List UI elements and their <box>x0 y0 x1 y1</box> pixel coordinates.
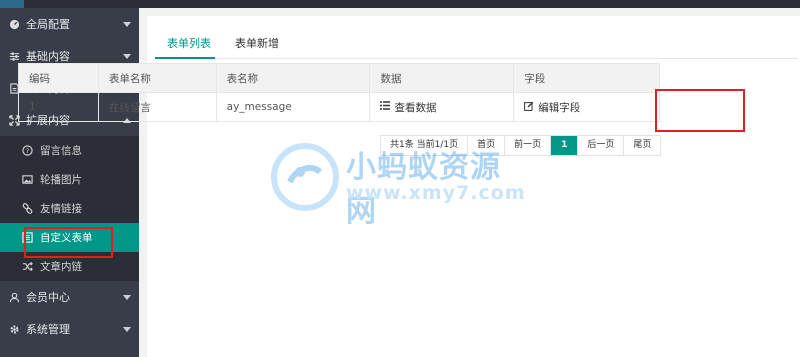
svg-text:?: ? <box>26 147 29 155</box>
sidebar-subitem-label: 留言信息 <box>40 145 82 157</box>
forms-table: 编码 表单名称 表名称 数据 字段 1 在线留言 ay_message 查看数据 <box>18 63 660 122</box>
user-icon <box>8 291 20 303</box>
column-header: 数据 <box>369 63 515 93</box>
sidebar-subitem-carousel[interactable]: 轮播图片 <box>0 165 139 194</box>
next-page-button[interactable]: 后一页 <box>578 136 625 155</box>
pagination: 共1条 当前1/1页 首页 前一页 1 后一页 尾页 <box>380 135 662 156</box>
sidebar-item-member-center[interactable]: 会员中心 <box>0 281 139 313</box>
table-row: 1 在线留言 ay_message 查看数据 编辑字段 <box>18 92 660 122</box>
sidebar-item-system-management[interactable]: 系统管理 <box>0 313 139 345</box>
chevron-down-icon <box>123 54 131 59</box>
sidebar-subitem-label: 自定义表单 <box>40 232 93 244</box>
edit-fields-link[interactable]: 编辑字段 <box>524 100 580 115</box>
edit-icon <box>524 101 534 114</box>
last-page-button[interactable]: 尾页 <box>624 136 661 155</box>
sidebar-subitem-custom-form[interactable]: 自定义表单 <box>0 223 139 252</box>
active-tab-indicator <box>155 57 215 59</box>
list-icon <box>380 101 391 113</box>
chevron-down-icon <box>123 22 131 27</box>
logo <box>0 0 24 8</box>
column-header: 编码 <box>18 63 99 93</box>
current-page-button[interactable]: 1 <box>551 136 579 155</box>
cell-data: 查看数据 <box>369 92 515 122</box>
column-header: 字段 <box>513 63 660 93</box>
form-icon <box>22 232 33 243</box>
sidebar: 全局配置 基础内容 文章内容 扩展内容 ? 留言信息 <box>0 8 139 357</box>
edit-fields-label: 编辑字段 <box>538 101 581 114</box>
main-content: 表单列表 表单新增 <box>139 8 800 357</box>
sidebar-subitem-label: 文章内链 <box>40 261 82 273</box>
tab-divider <box>155 58 798 59</box>
cell-field: 编辑字段 <box>513 92 660 122</box>
sidebar-item-label: 系统管理 <box>26 323 70 336</box>
chevron-down-icon <box>123 295 131 300</box>
submenu: ? 留言信息 轮播图片 友情链接 自定义表单 文章内链 <box>0 136 139 281</box>
gear-icon <box>8 323 20 335</box>
table-header-row: 编码 表单名称 表名称 数据 字段 <box>18 63 660 93</box>
sliders-icon <box>8 50 20 62</box>
sidebar-subitem-messages[interactable]: ? 留言信息 <box>0 136 139 165</box>
sidebar-item-label: 全局配置 <box>26 18 70 31</box>
column-header: 表名称 <box>215 63 371 93</box>
question-icon: ? <box>22 145 33 156</box>
chevron-down-icon <box>123 327 131 332</box>
cell-form-name: 在线留言 <box>97 92 217 122</box>
tab-form-list[interactable]: 表单列表 <box>155 30 223 58</box>
image-icon <box>22 174 33 185</box>
column-header: 表单名称 <box>97 63 217 93</box>
sidebar-subitem-links[interactable]: 友情链接 <box>0 194 139 223</box>
view-data-link[interactable]: 查看数据 <box>380 100 436 115</box>
first-page-button[interactable]: 首页 <box>468 136 506 155</box>
pagination-info: 共1条 当前1/1页 <box>381 136 469 155</box>
shuffle-icon <box>22 261 33 272</box>
link-icon <box>22 203 33 214</box>
sidebar-subitem-label: 轮播图片 <box>40 174 82 186</box>
sidebar-subitem-internal-links[interactable]: 文章内链 <box>0 252 139 281</box>
sidebar-item-label: 基础内容 <box>26 50 70 63</box>
cell-table-name: ay_message <box>215 92 371 122</box>
sidebar-subitem-label: 友情链接 <box>40 203 82 215</box>
gauge-icon <box>8 18 20 30</box>
cell-id: 1 <box>18 92 99 122</box>
sidebar-item-label: 会员中心 <box>26 291 70 304</box>
view-data-label: 查看数据 <box>394 101 437 114</box>
prev-page-button[interactable]: 前一页 <box>505 136 552 155</box>
tab-bar: 表单列表 表单新增 <box>155 30 291 58</box>
sidebar-item-global-config[interactable]: 全局配置 <box>0 8 139 40</box>
top-bar <box>0 0 800 8</box>
tab-form-add[interactable]: 表单新增 <box>223 30 291 58</box>
